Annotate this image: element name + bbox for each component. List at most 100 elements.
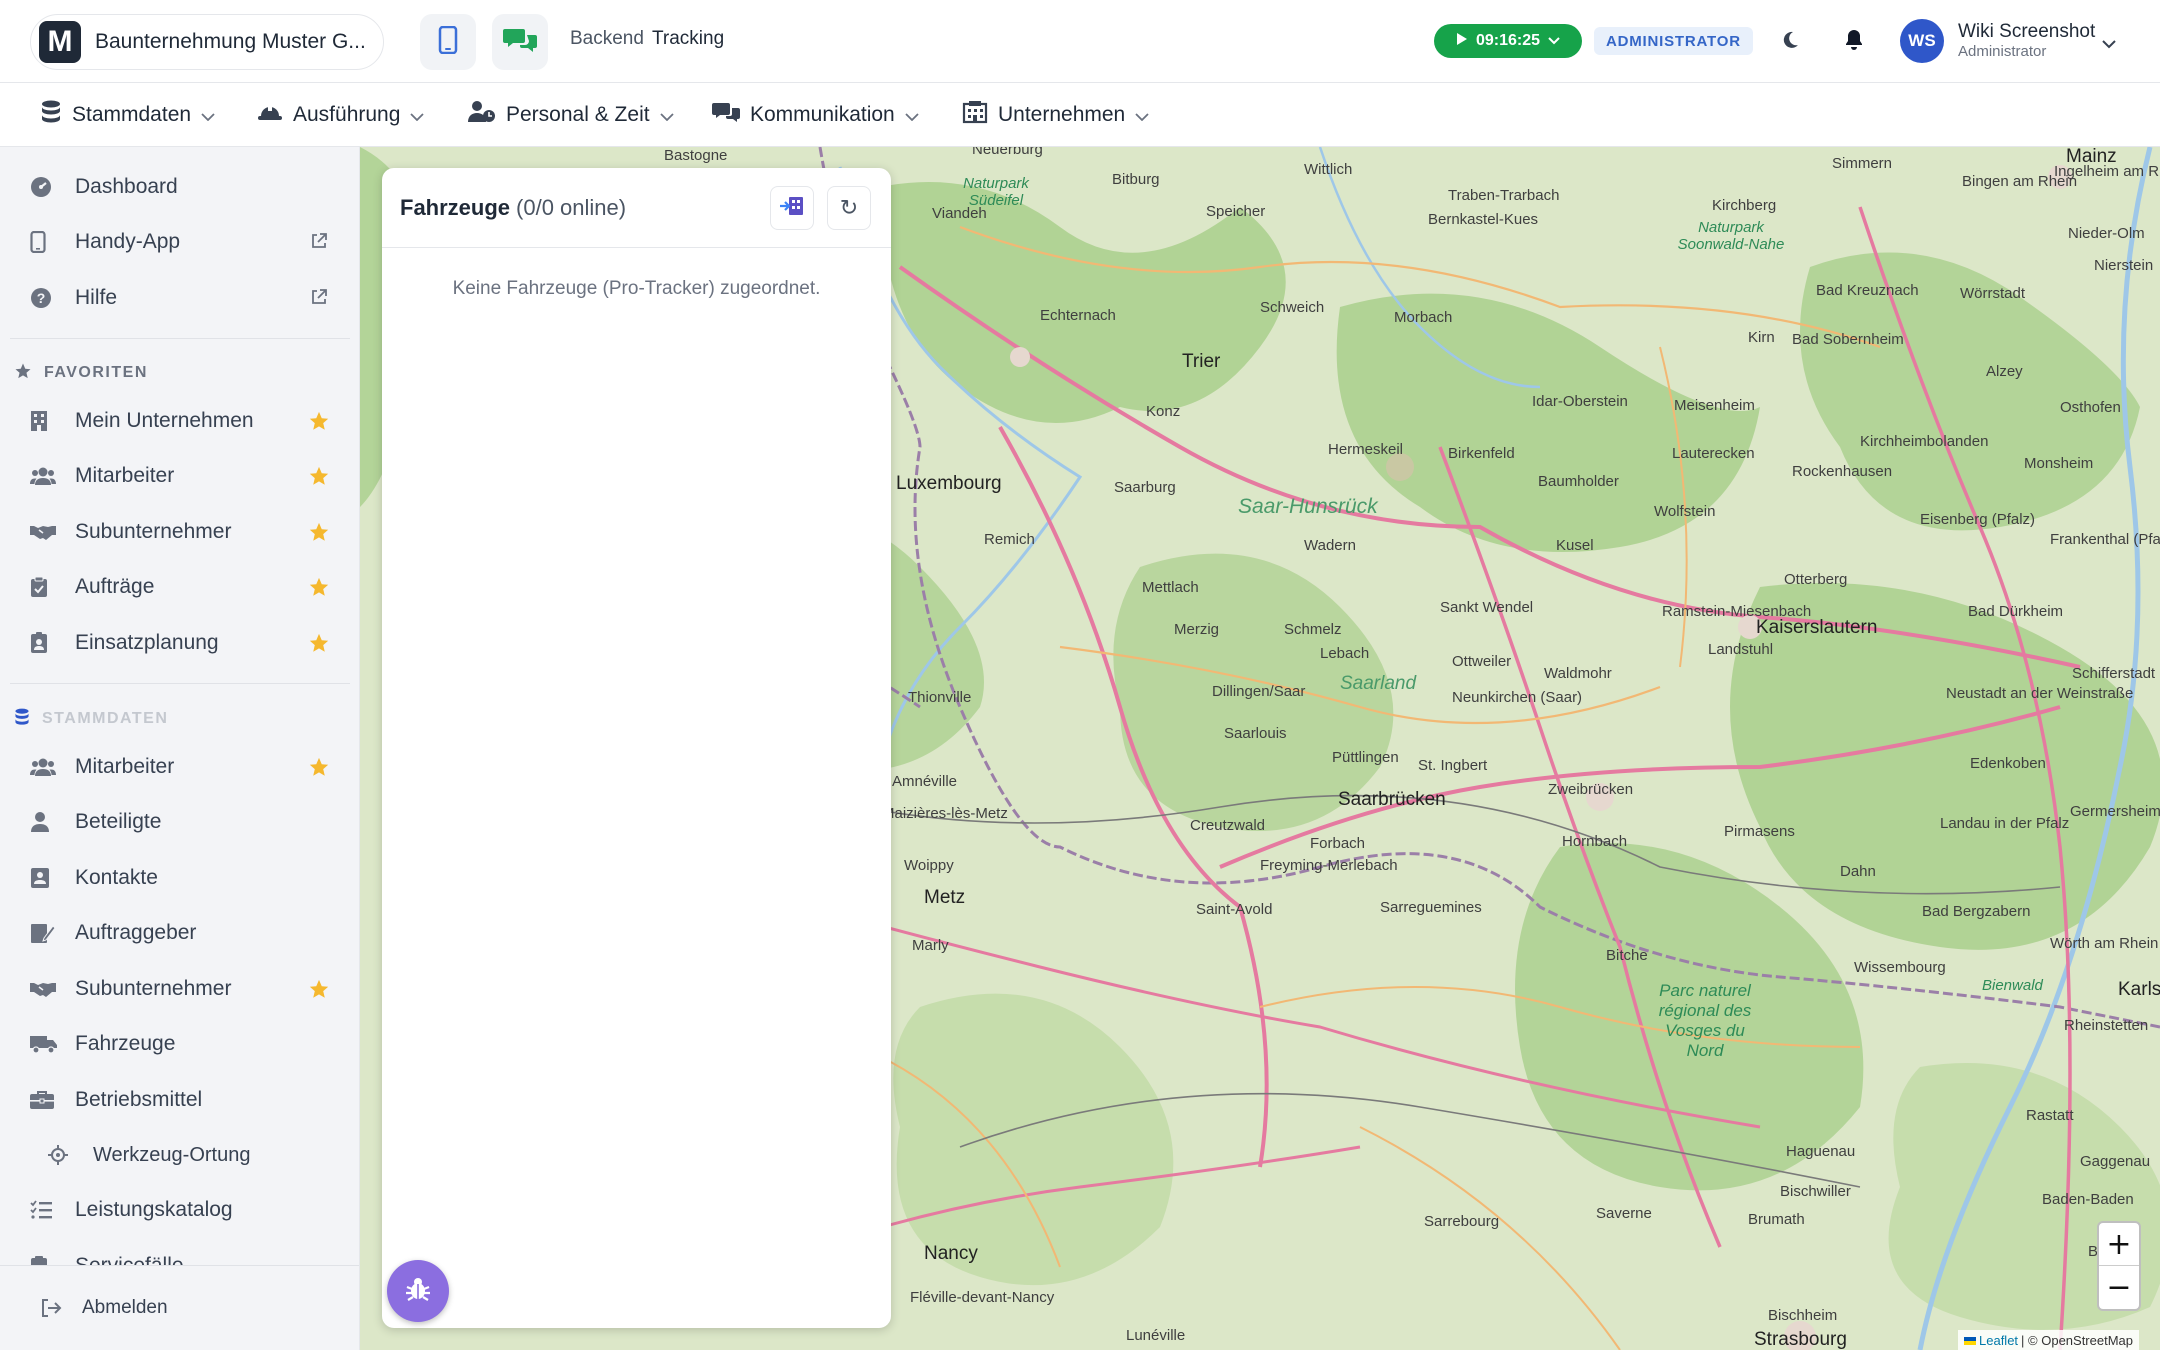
map-label: Remich bbox=[984, 531, 1035, 548]
sidebar-item-subunternehmer[interactable]: Subunternehmer bbox=[30, 969, 330, 1009]
map-label: Saarlouis bbox=[1224, 725, 1287, 742]
nav-kommunikation[interactable]: Kommunikation bbox=[712, 83, 919, 147]
panel-title: Fahrzeuge bbox=[400, 194, 511, 220]
chat-button[interactable] bbox=[492, 14, 548, 70]
breadcrumb-tracking: Tracking bbox=[652, 28, 725, 49]
map-label: Bad Sobernheim bbox=[1792, 331, 1904, 348]
sidebar-item-werkzeug-ortung[interactable]: Werkzeug-Ortung bbox=[48, 1135, 330, 1175]
map-label: Parc naturel régional des Vosges du Nord bbox=[1658, 981, 1752, 1060]
nav-label: Stammdaten bbox=[72, 103, 192, 126]
chevron-down-icon bbox=[1548, 32, 1560, 50]
sidebar-item-beteiligte[interactable]: Beteiligte bbox=[30, 802, 330, 842]
chevron-down-icon bbox=[201, 103, 215, 127]
favorite-star-icon[interactable] bbox=[308, 576, 330, 604]
map-label: Lebach bbox=[1320, 645, 1370, 662]
favorite-auftraege[interactable]: Aufträge bbox=[30, 567, 330, 607]
dashboard-icon bbox=[30, 176, 60, 198]
sidebar-item-leistungskatalog[interactable]: Leistungskatalog bbox=[30, 1190, 330, 1230]
favorite-star-icon[interactable] bbox=[308, 756, 330, 784]
favorite-einsatzplanung[interactable]: Einsatzplanung bbox=[30, 623, 330, 663]
map-label: Wadern bbox=[1304, 537, 1356, 554]
chevron-down-icon bbox=[410, 103, 425, 127]
signature-icon bbox=[30, 922, 60, 944]
map-label: Bischwiller bbox=[1780, 1183, 1851, 1200]
refresh-button[interactable]: ↻ bbox=[827, 186, 871, 230]
map-label: Nieder-Olm bbox=[2068, 225, 2145, 242]
favorite-star-icon[interactable] bbox=[308, 465, 330, 493]
sidebar-item-auftraggeber[interactable]: Auftraggeber bbox=[30, 913, 330, 953]
bug-report-button[interactable] bbox=[387, 1260, 449, 1322]
sidebar-item-kontakte[interactable]: Kontakte bbox=[30, 858, 330, 898]
map-label: Maizières-lès-Metz bbox=[882, 805, 1008, 822]
nav-stammdaten[interactable]: Stammdaten bbox=[40, 83, 215, 147]
map-label: Wittlich bbox=[1304, 161, 1353, 178]
help-icon: ? bbox=[30, 287, 60, 309]
chat-icon bbox=[503, 26, 537, 59]
map-label: Landstuhl bbox=[1708, 641, 1774, 658]
map-label: Edenkoben bbox=[1970, 755, 2046, 772]
company-logo: M bbox=[39, 21, 81, 63]
map-label: Saar-Hunsrück bbox=[1238, 495, 1378, 518]
clipboard-icon bbox=[30, 576, 60, 598]
map-label: Woippy bbox=[904, 857, 954, 874]
map-label: Baumholder bbox=[1538, 473, 1619, 490]
map-label: Haguenau bbox=[1786, 1143, 1856, 1160]
map-label: Kirn bbox=[1748, 329, 1775, 346]
favorite-subunternehmer[interactable]: Subunternehmer bbox=[30, 512, 330, 552]
sidebar-item-fahrzeuge[interactable]: Fahrzeuge bbox=[30, 1024, 330, 1064]
sidebar-item-mitarbeiter[interactable]: Mitarbeiter bbox=[30, 747, 330, 787]
nav-unternehmen[interactable]: Unternehmen bbox=[962, 83, 1149, 147]
map-label: Dillingen/Saar bbox=[1212, 683, 1306, 700]
dark-mode-toggle[interactable] bbox=[1776, 28, 1804, 56]
nav-personal-zeit[interactable]: Personal & Zeit bbox=[468, 83, 674, 147]
favorite-star-icon[interactable] bbox=[308, 521, 330, 549]
mobile-app-button[interactable] bbox=[420, 14, 476, 70]
nav-label: Unternehmen bbox=[998, 103, 1126, 126]
sidebar-item-betriebsmittel[interactable]: Betriebsmittel bbox=[30, 1080, 330, 1120]
user-menu-chevron-icon[interactable] bbox=[2101, 36, 2117, 54]
breadcrumb-backend[interactable]: Backend bbox=[570, 28, 644, 50]
nav-ausfuehrung[interactable]: Ausführung bbox=[257, 83, 425, 147]
favorite-star-icon[interactable] bbox=[308, 410, 330, 438]
sidebar-item-dashboard[interactable]: Dashboard bbox=[30, 167, 330, 207]
zoom-in-button[interactable]: + bbox=[2099, 1223, 2139, 1266]
map-label: Kusel bbox=[1556, 537, 1594, 554]
logout-area: Abmelden bbox=[0, 1265, 359, 1350]
leaflet-link[interactable]: Leaflet bbox=[1979, 1333, 2018, 1348]
favorite-mein-unternehmen[interactable]: Mein Unternehmen bbox=[30, 401, 330, 441]
zoom-out-button[interactable]: − bbox=[2099, 1266, 2139, 1309]
database-icon bbox=[14, 708, 30, 731]
map-label: Birkenfeld bbox=[1448, 445, 1515, 462]
zoom-control: + − bbox=[2097, 1221, 2141, 1311]
company-switcher[interactable]: M Baunternehmung Muster G... bbox=[30, 14, 384, 70]
time-tracking-timer[interactable]: 09:16:25 bbox=[1434, 24, 1582, 58]
logout-button[interactable]: Abmelden bbox=[40, 1288, 320, 1328]
bug-icon bbox=[404, 1275, 432, 1308]
map-label: St. Ingbert bbox=[1418, 757, 1488, 774]
map-label: Saarland bbox=[1340, 673, 1417, 694]
map-label: Bienwald bbox=[1982, 977, 2043, 994]
sidebar-item-hilfe[interactable]: ? Hilfe bbox=[30, 278, 330, 318]
map-label: Marly bbox=[912, 937, 949, 954]
favorite-star-icon[interactable] bbox=[308, 632, 330, 660]
map-label: Metz bbox=[924, 887, 966, 908]
map-label: Ottweiler bbox=[1452, 653, 1512, 670]
map-label: Bischheim bbox=[1768, 1307, 1838, 1324]
map-label: Echternach bbox=[1040, 307, 1116, 324]
chevron-down-icon bbox=[1135, 103, 1149, 127]
sidebar-divider bbox=[10, 683, 350, 684]
favorite-star-icon[interactable] bbox=[308, 978, 330, 1006]
map-label: Merzig bbox=[1174, 621, 1220, 638]
map-label: Gaggenau bbox=[2080, 1153, 2151, 1170]
favorite-mitarbeiter[interactable]: Mitarbeiter bbox=[30, 456, 330, 496]
map-label: Simmern bbox=[1832, 155, 1893, 172]
mobile-icon bbox=[30, 231, 60, 253]
vehicle-list-button[interactable] bbox=[770, 186, 814, 230]
main-navigation: Stammdaten Ausführung Personal & Zeit Ko… bbox=[0, 83, 2160, 147]
user-name[interactable]: Wiki Screenshot bbox=[1958, 21, 2095, 43]
avatar[interactable]: WS bbox=[1900, 19, 1944, 63]
sidebar-item-handy-app[interactable]: Handy-App bbox=[30, 222, 330, 262]
notifications-button[interactable] bbox=[1840, 28, 1868, 56]
map-label: Neustadt an der Weinstraße bbox=[1946, 685, 2134, 702]
vehicle-panel: Fahrzeuge (0/0 online) ↻ Keine Fahrzeuge… bbox=[382, 168, 891, 1328]
